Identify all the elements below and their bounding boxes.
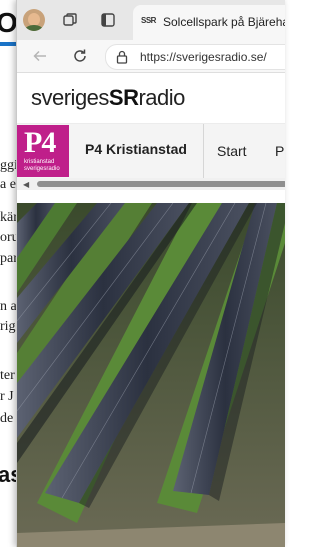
page-content: sverigesSRradio P4 kristianstad sveriges… [17,73,285,547]
nav-link-next[interactable]: P [275,143,284,159]
navigation-bar: https://sverigesradio.se/ [17,40,285,73]
refresh-icon[interactable] [69,45,91,67]
tab-active[interactable]: SSR Solcellspark på Bjärehalvön [133,5,285,40]
avatar-shirt [25,25,43,31]
p4-kristianstad-logo[interactable]: P4 kristianstad sverigesradio [17,125,69,177]
background-text-line: a e [0,177,16,192]
browser-window: SSR Solcellspark på Bjärehalvön https://… [16,0,285,547]
tab-title: Solcellspark på Bjärehalvön [163,15,285,29]
nav-link-start[interactable]: Start [217,143,247,159]
site-header: sverigesSRradio [17,73,285,124]
scroll-left-icon[interactable]: ◀ [23,180,29,189]
channel-name[interactable]: P4 Kristianstad [85,141,187,157]
address-bar[interactable]: https://sverigesradio.se/ [105,44,285,70]
url-text: https://sverigesradio.se/ [140,50,267,64]
horizontal-scrollbar[interactable]: ◀ [17,178,285,190]
workspaces-icon[interactable] [61,11,79,29]
profile-avatar[interactable] [23,9,45,31]
background-text-line: ter [0,368,15,383]
back-arrow-icon[interactable] [29,45,51,67]
p4-logo-subtext: sverigesradio [24,166,60,172]
background-text-line: n a [0,299,17,314]
p4-logo-subtext: kristianstad [24,159,55,165]
brand-mark: SR [108,85,139,110]
brand-prefix: sveriges [31,85,109,110]
sverigesradio-logo[interactable]: sverigesSRradio [31,85,185,111]
tab-bar: SSR Solcellspark på Bjärehalvön [17,0,285,40]
lock-icon[interactable] [116,50,128,69]
channel-bar: P4 kristianstad sverigesradio P4 Kristia… [17,124,285,179]
background-text-line: rig [0,319,16,334]
background-text-line: de [0,411,14,426]
p4-logo-text: P4 [24,126,56,159]
tab-actions-icon[interactable] [99,11,117,29]
brand-suffix: radio [138,85,185,110]
background-text-line: r J [0,389,14,404]
nav-divider [203,124,204,178]
scrollbar-thumb[interactable] [37,181,285,187]
favicon-icon: SSR [141,16,156,25]
solar-park-photo [17,203,285,547]
